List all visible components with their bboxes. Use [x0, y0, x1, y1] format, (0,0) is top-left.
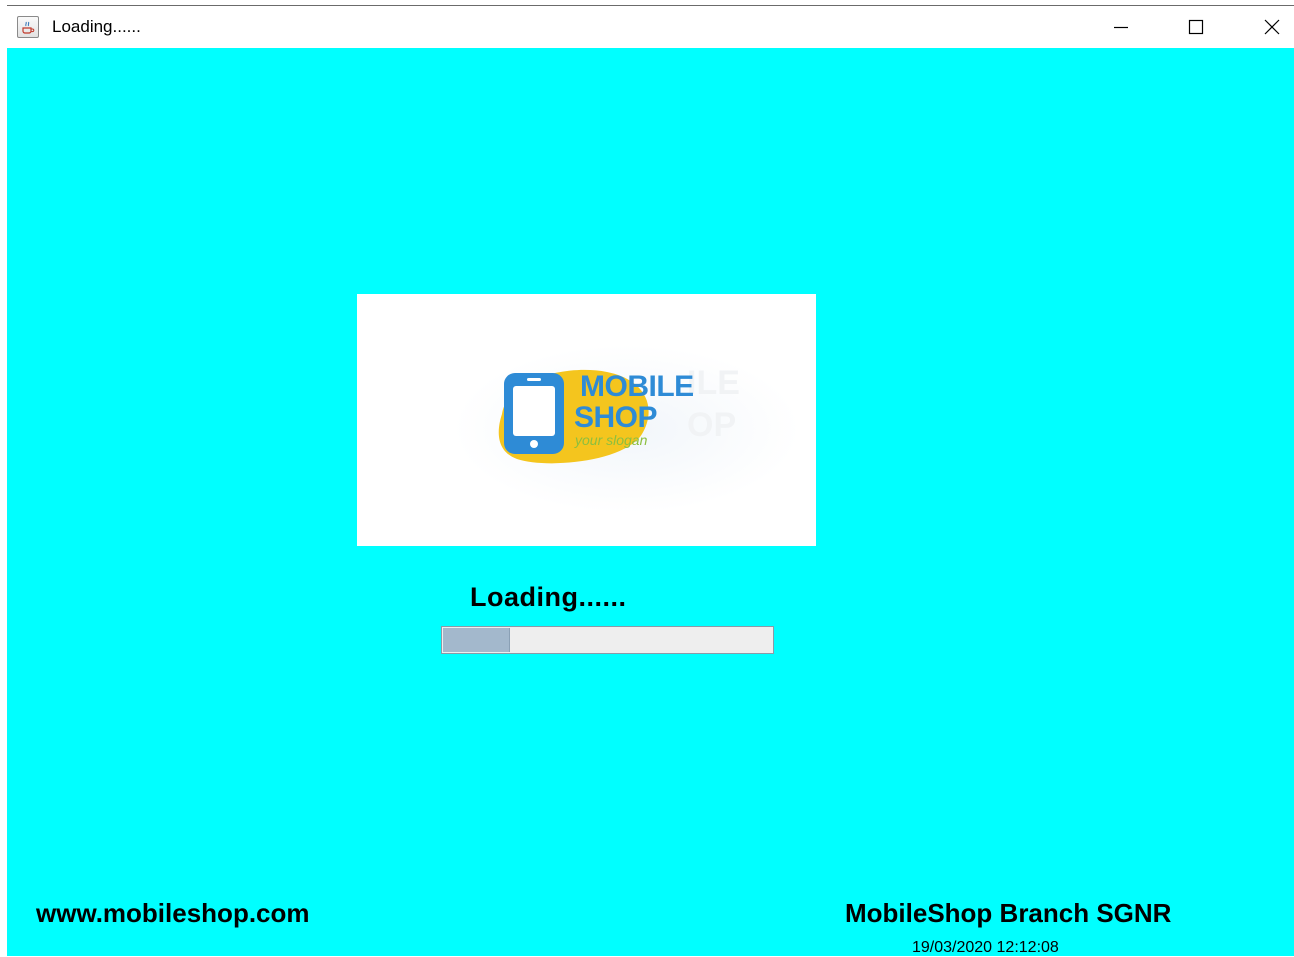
minimize-button[interactable]	[1092, 6, 1150, 48]
date-time-label: 19/03/2020 12:12:08	[912, 939, 1059, 956]
svg-text:ILE: ILE	[687, 364, 740, 402]
branch-name: MobileShop Branch SGNR	[845, 898, 1172, 928]
java-coffee-cup-icon[interactable]	[17, 16, 39, 38]
logo-line1: MOBILE	[580, 370, 694, 403]
splash-content: ILE OP MOBILE SHOP your slogan Loading..…	[7, 48, 1294, 956]
loading-label: Loading......	[470, 582, 627, 612]
maximize-button[interactable]	[1167, 6, 1225, 48]
progress-fill	[443, 628, 510, 652]
title-bar[interactable]: Loading......	[7, 6, 1294, 48]
minimize-icon	[1114, 26, 1128, 29]
svg-text:OP: OP	[687, 406, 736, 444]
close-icon	[1264, 19, 1280, 35]
logo-line2: SHOP	[574, 401, 658, 434]
loading-window: Loading...... ILE OP MOBILE SHOP your sl…	[7, 5, 1294, 956]
window-title: Loading......	[52, 17, 141, 36]
logo-slogan: your slogan	[575, 432, 648, 448]
website-link: www.mobileshop.com	[36, 898, 310, 928]
logo-panel: ILE OP MOBILE SHOP your slogan	[357, 294, 816, 546]
close-button[interactable]	[1243, 6, 1294, 48]
loading-progress-bar	[441, 626, 774, 654]
smartphone-icon	[504, 373, 564, 454]
maximize-icon	[1188, 19, 1204, 35]
